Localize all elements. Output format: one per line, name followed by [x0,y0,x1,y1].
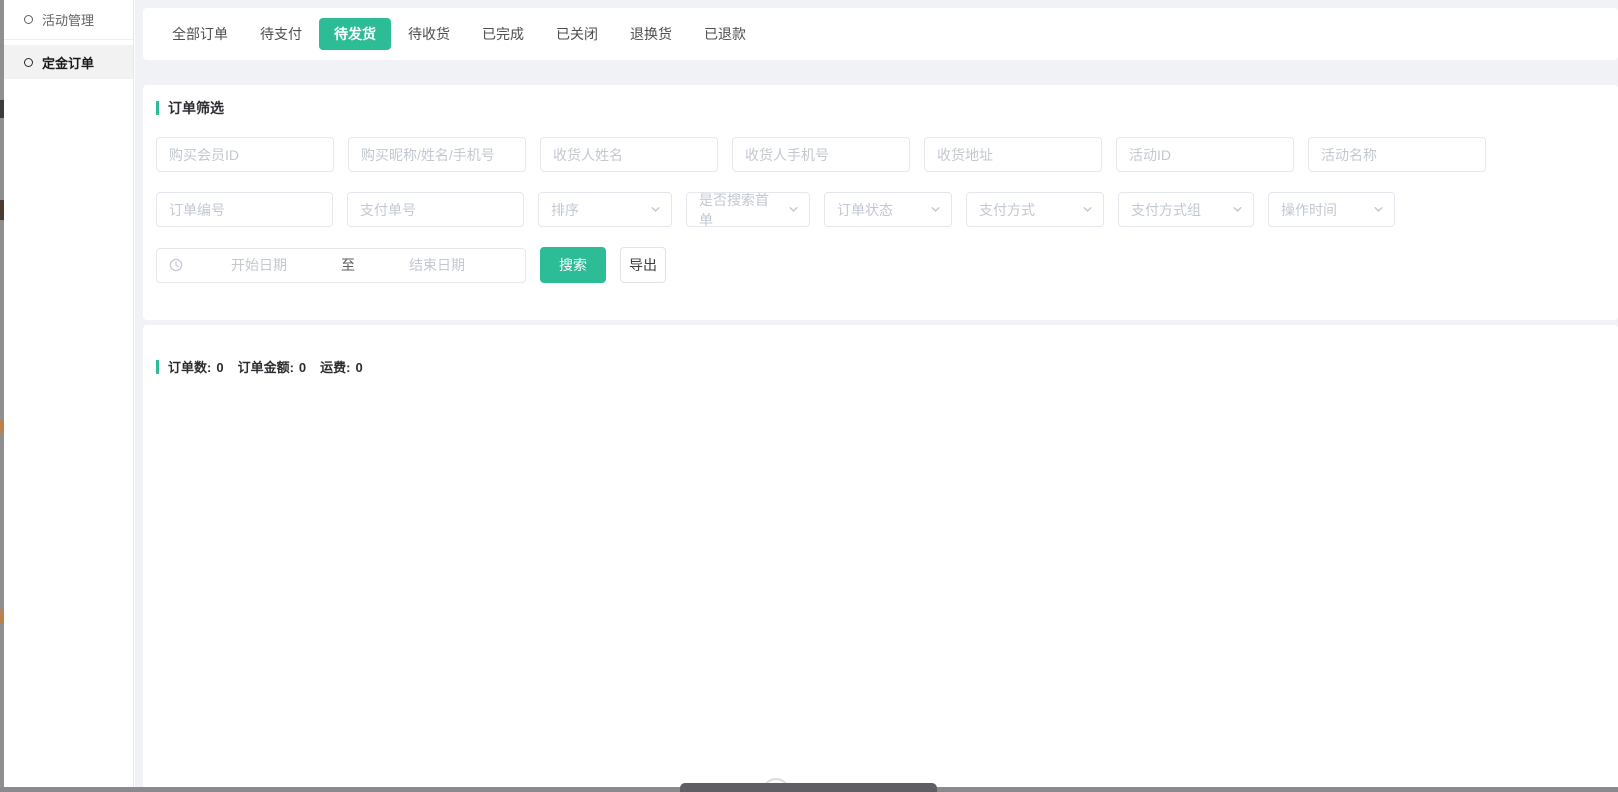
filter-title-text: 订单筛选 [168,99,224,117]
operation-time-select[interactable]: 操作时间 [1268,192,1395,227]
shipping-address-input[interactable] [924,137,1102,172]
select-placeholder: 操作时间 [1281,200,1337,220]
activity-id-input[interactable] [1116,137,1294,172]
sidebar-item-activity-management[interactable]: 活动管理 [4,0,133,40]
chevron-down-icon [650,204,661,215]
select-placeholder: 排序 [551,200,579,220]
order-amount-value: 0 [299,360,306,375]
order-summary-bar: 订单数: 0 订单金额: 0 运费: 0 [156,357,1618,376]
order-count-value: 0 [216,360,223,375]
order-status-tabbar: 全部订单 待支付 待发货 待收货 已完成 已关闭 退换货 已退款 [143,8,1618,60]
select-placeholder: 订单状态 [837,200,893,220]
filter-row-1 [156,137,1604,172]
consignee-phone-input[interactable] [732,137,910,172]
edge-fragment [0,610,4,624]
shipping-fee-value: 0 [356,360,363,375]
filter-row-2: 排序 是否搜索首单 订单状态 支付方式 支付方式组 操作时间 [156,192,1604,227]
date-range-picker[interactable]: 开始日期 至 结束日期 [156,248,526,283]
select-placeholder: 是否搜索首单 [699,190,780,230]
payment-method-select[interactable]: 支付方式 [966,192,1104,227]
order-number-input[interactable] [156,192,333,227]
consignee-name-input[interactable] [540,137,718,172]
sidebar-item-deposit-orders[interactable]: 定金订单 [4,45,133,79]
tab-pending-payment[interactable]: 待支付 [245,19,317,49]
clock-icon [169,258,183,272]
chevron-down-icon [930,204,941,215]
shipping-fee-stat: 运费: 0 [320,357,363,376]
tab-closed[interactable]: 已关闭 [541,19,613,49]
chevron-down-icon [1082,204,1093,215]
start-date-placeholder: 开始日期 [183,255,335,275]
order-count-stat: 订单数: 0 [168,357,224,376]
circle-bullet-icon [24,58,33,67]
select-placeholder: 支付方式组 [1131,200,1201,220]
shipping-fee-label: 运费: [320,360,350,375]
order-count-label: 订单数: [168,360,211,375]
filter-section-title: 订单筛选 [156,99,1604,117]
end-date-placeholder: 结束日期 [361,255,513,275]
edge-fragment [0,420,4,434]
main-content: 全部订单 待支付 待发货 待收货 已完成 已关闭 退换货 已退款 订单筛选 排序 [135,0,1618,792]
order-filter-panel: 订单筛选 排序 是否搜索首单 订单状态 [143,85,1618,320]
background-window-sliver [0,0,4,792]
filter-row-3: 开始日期 至 结束日期 搜索 导出 [156,247,1604,283]
order-amount-label: 订单金额: [238,360,294,375]
circle-bullet-icon [24,15,33,24]
date-range-separator: 至 [335,255,361,275]
accent-bar [156,101,159,115]
accent-bar [156,360,159,374]
search-button[interactable]: 搜索 [540,247,606,283]
tab-all-orders[interactable]: 全部订单 [157,19,243,49]
payment-method-group-select[interactable]: 支付方式组 [1118,192,1254,227]
tab-pending-receipt[interactable]: 待收货 [393,19,465,49]
chevron-down-icon [1373,204,1384,215]
order-results-panel: 订单数: 0 订单金额: 0 运费: 0 [143,325,1618,792]
order-amount-stat: 订单金额: 0 [238,357,307,376]
order-status-select[interactable]: 订单状态 [824,192,952,227]
chevron-down-icon [788,204,799,215]
horizontal-scrollbar-thumb[interactable] [680,783,937,792]
export-button[interactable]: 导出 [620,247,666,283]
first-order-search-select[interactable]: 是否搜索首单 [686,192,810,227]
edge-fragment [0,100,4,118]
tab-refunded[interactable]: 已退款 [689,19,761,49]
sidebar: 活动管理 定金订单 [4,0,134,792]
activity-name-input[interactable] [1308,137,1486,172]
buyer-member-id-input[interactable] [156,137,334,172]
tab-returns-exchanges[interactable]: 退换货 [615,19,687,49]
payment-number-input[interactable] [347,192,524,227]
sidebar-item-label: 定金订单 [42,53,94,72]
tab-completed[interactable]: 已完成 [467,19,539,49]
select-placeholder: 支付方式 [979,200,1035,220]
buyer-nickname-name-phone-input[interactable] [348,137,526,172]
tab-pending-shipment[interactable]: 待发货 [319,18,391,50]
chevron-down-icon [1232,204,1243,215]
sort-select[interactable]: 排序 [538,192,672,227]
sidebar-item-label: 活动管理 [42,10,94,29]
edge-fragment [0,200,4,220]
